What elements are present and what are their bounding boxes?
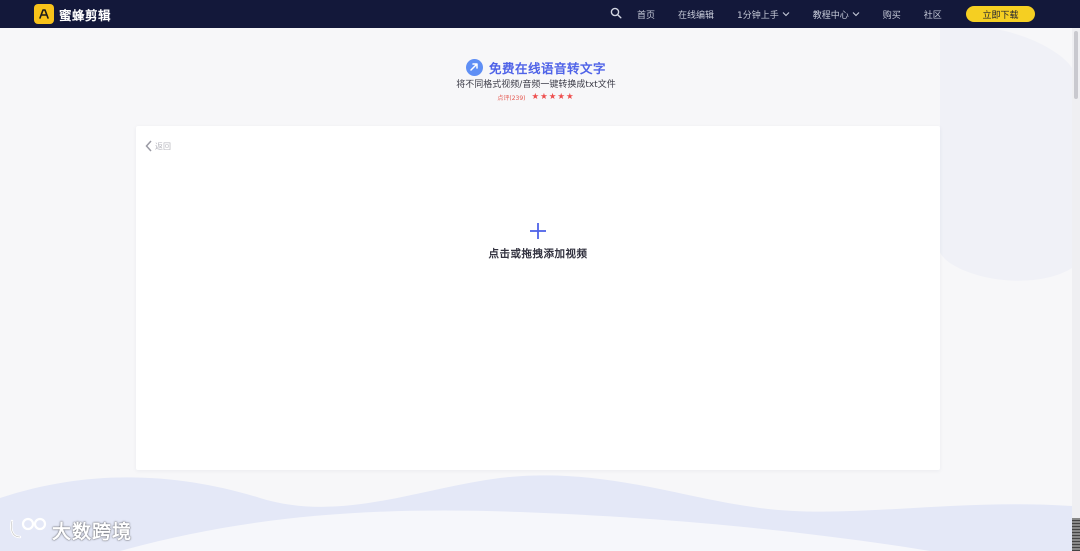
upload-drop-zone[interactable]: 点击或拖拽添加视频 (438, 222, 638, 272)
page-title: 免费在线语音转文字 (488, 60, 606, 76)
star-icon: ★ (540, 92, 548, 103)
main-nav: 首页 在线编辑 1分钟上手 教程中心 购买 社区 (610, 0, 965, 28)
scroll-corner (1072, 518, 1080, 551)
search-icon[interactable] (610, 7, 624, 21)
nav-item-home[interactable]: 首页 (637, 8, 655, 21)
upload-label: 点击或拖拽添加视频 (488, 248, 588, 260)
star-icon: ★ (548, 92, 557, 103)
nav-item-label: 教程中心 (812, 10, 849, 21)
nav-item-label: 首页 (637, 10, 656, 21)
page-scrollbar-thumb[interactable] (1074, 31, 1078, 99)
plus-icon (530, 223, 546, 239)
chevron-left-icon (145, 137, 152, 156)
back-button[interactable]: 返回 (145, 137, 171, 156)
nav-item-purchase[interactable]: 购买 (883, 8, 901, 21)
bee-logo-icon (34, 4, 54, 24)
arrow-transfer-icon (465, 58, 483, 76)
star-icon: ★ (531, 92, 540, 103)
nav-item-community[interactable]: 社区 (924, 8, 942, 21)
top-navbar: 蜜蜂剪辑 首页 在线编辑 1分钟上手 教程中心 购买 社区 立即下载 (0, 0, 1080, 28)
star-icon: ★ (566, 92, 574, 103)
hero-title-row: 免费在线语音转文字 (0, 57, 1072, 77)
star-rating: ★ ★ ★ ★ ★ (532, 93, 575, 102)
chevron-down-icon (782, 11, 790, 17)
nav-item-tutorials[interactable]: 教程中心 (813, 8, 860, 21)
brand-logo-link[interactable]: 蜜蜂剪辑 (34, 4, 111, 24)
nav-item-label: 购买 (882, 10, 901, 21)
nav-item-online-edit[interactable]: 在线编辑 (678, 8, 714, 21)
page-scrollbar-track[interactable] (1072, 28, 1080, 551)
watermark-text: 大数跨境 (52, 520, 133, 543)
rating-row: 点评(239) ★ ★ ★ ★ ★ (0, 93, 1072, 102)
back-label: 返回 (155, 142, 171, 151)
upload-card: 返回 点击或拖拽添加视频 (136, 126, 940, 470)
nav-item-label: 在线编辑 (678, 10, 715, 21)
star-icon: ★ (557, 92, 565, 103)
watermark: 大数跨境 (8, 515, 132, 545)
chevron-down-icon (852, 11, 860, 17)
download-now-button[interactable]: 立即下载 (966, 6, 1035, 22)
nav-item-label: 1分钟上手 (737, 10, 779, 21)
nav-item-quick-start[interactable]: 1分钟上手 (737, 8, 790, 21)
review-count[interactable]: 点评(239) (497, 93, 525, 102)
watermark-logo-icon (8, 515, 48, 545)
page-subtitle: 将不同格式视频/音频一键转换成txt文件 (456, 80, 616, 90)
brand-name: 蜜蜂剪辑 (59, 7, 112, 23)
nav-item-label: 社区 (923, 10, 942, 21)
